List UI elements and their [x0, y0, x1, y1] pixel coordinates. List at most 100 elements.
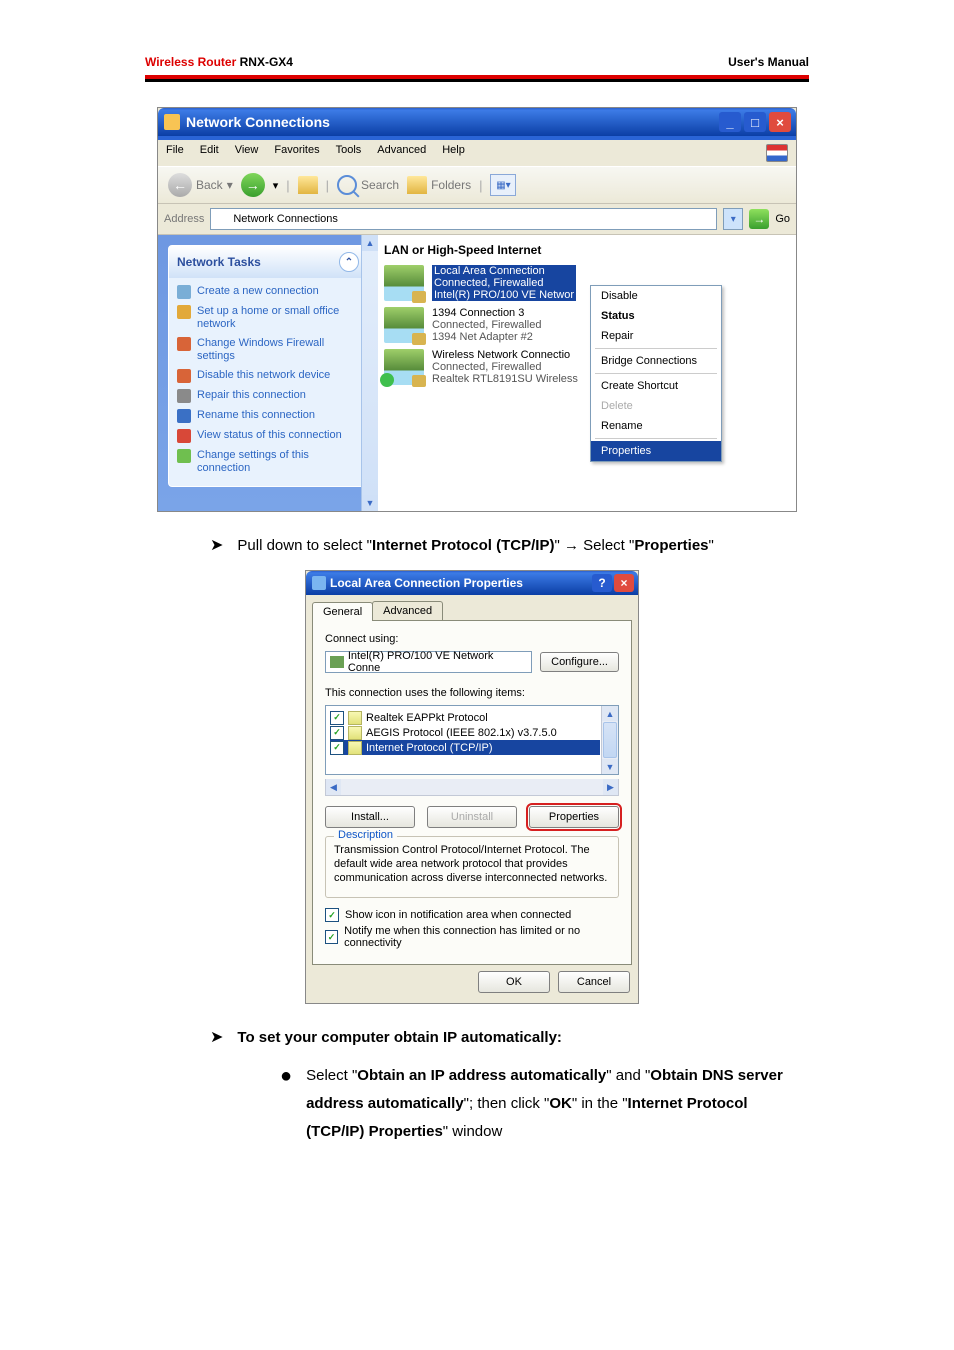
ctx-status[interactable]: Status — [591, 306, 721, 326]
menu-file[interactable]: File — [166, 144, 184, 162]
task-disable[interactable]: Disable this network device — [177, 366, 359, 386]
ctx-rename[interactable]: Rename — [591, 416, 721, 436]
scrollbar-h[interactable]: ◀▶ — [325, 779, 619, 796]
menu-edit[interactable]: Edit — [200, 144, 219, 162]
wifi-icon — [384, 349, 424, 385]
menu-tools[interactable]: Tools — [336, 144, 362, 162]
back-button[interactable]: ←Back ▾ — [168, 173, 233, 197]
protocol-icon — [348, 741, 362, 755]
screenshot-lan-properties: Local Area Connection Properties ? × Gen… — [305, 570, 639, 1004]
menubar: File Edit View Favorites Tools Advanced … — [158, 136, 796, 166]
task-setup-network[interactable]: Set up a home or small office network — [177, 302, 359, 334]
ok-button[interactable]: OK — [478, 971, 550, 993]
toolbar: ←Back ▾ → ▾ | | Search Folders | ▦▾ — [158, 166, 796, 204]
notify-checkbox[interactable]: ✓Notify me when this connection has limi… — [325, 925, 619, 949]
ctx-bridge[interactable]: Bridge Connections — [591, 351, 721, 371]
scrollbar-v[interactable]: ▲▼ — [601, 706, 618, 774]
address-icon — [215, 212, 229, 226]
task-rename[interactable]: Rename this connection — [177, 406, 359, 426]
install-button[interactable]: Install... — [325, 806, 415, 828]
tab-general[interactable]: General — [312, 602, 373, 621]
checkbox-icon[interactable]: ✓ — [330, 726, 344, 740]
up-folder-button[interactable] — [298, 176, 318, 194]
ctx-properties[interactable]: Properties — [591, 441, 721, 461]
checkbox-icon[interactable]: ✓ — [330, 741, 344, 755]
menu-favorites[interactable]: Favorites — [274, 144, 319, 162]
task-create-connection[interactable]: Create a new connection — [177, 282, 359, 302]
maximize-button[interactable]: □ — [744, 112, 766, 132]
uninstall-button: Uninstall — [427, 806, 517, 828]
window-title: Local Area Connection Properties — [330, 576, 523, 590]
window-title: Network Connections — [186, 114, 330, 130]
menu-help[interactable]: Help — [442, 144, 465, 162]
collapse-icon[interactable]: ⌃ — [339, 252, 359, 272]
help-button[interactable]: ? — [592, 574, 612, 592]
divider-black — [145, 79, 809, 82]
conn-local-area[interactable]: Local Area ConnectionConnected, Firewall… — [384, 265, 790, 301]
address-dropdown[interactable]: ▾ — [723, 208, 743, 230]
conn-wireless[interactable]: Wireless Network ConnectioConnected, Fir… — [384, 349, 790, 385]
network-icon — [177, 305, 191, 319]
repair-icon — [177, 389, 191, 403]
nic-icon — [330, 656, 344, 668]
screenshot-network-connections: Network Connections _ □ × File Edit View… — [157, 107, 797, 512]
header-left: Wireless Router RNX-GX4 — [145, 55, 293, 69]
connect-using-label: Connect using: — [325, 633, 619, 645]
forward-button[interactable]: → — [241, 173, 265, 197]
conn-1394[interactable]: 1394 Connection 3Connected, Firewalled13… — [384, 307, 790, 343]
bullet-2: ➤ To set your computer obtain IP automat… — [210, 1024, 799, 1052]
address-field[interactable]: Network Connections — [210, 208, 717, 230]
disable-icon — [177, 369, 191, 383]
titlebar: Network Connections _ □ × — [158, 108, 796, 136]
menu-advanced[interactable]: Advanced — [377, 144, 426, 162]
arrow-bullet-icon: ➤ — [210, 532, 223, 560]
description-group: Description Transmission Control Protoco… — [325, 836, 619, 898]
search-button[interactable]: Search — [337, 175, 399, 195]
items-label: This connection uses the following items… — [325, 687, 619, 699]
close-button[interactable]: × — [769, 112, 791, 132]
wizard-icon — [177, 285, 191, 299]
tasks-header[interactable]: Network Tasks⌃ — [169, 246, 367, 278]
bullet-1: ➤ Pull down to select "Internet Protocol… — [210, 532, 799, 560]
tasks-pane: Network Tasks⌃ Create a new connection S… — [158, 235, 378, 511]
configure-button[interactable]: Configure... — [540, 652, 619, 672]
ctx-repair[interactable]: Repair — [591, 326, 721, 346]
minimize-button[interactable]: _ — [719, 112, 741, 132]
cancel-button[interactable]: Cancel — [558, 971, 630, 993]
ctx-disable[interactable]: Disable — [591, 286, 721, 306]
protocol-icon — [348, 711, 362, 725]
section-header: LAN or High-Speed Internet — [384, 243, 790, 257]
scrollbar-v[interactable]: ▲▼ — [361, 235, 378, 511]
connections-pane: LAN or High-Speed Internet Local Area Co… — [378, 235, 796, 511]
nic-icon — [312, 576, 326, 590]
task-settings[interactable]: Change settings of this connection — [177, 446, 359, 478]
task-repair[interactable]: Repair this connection — [177, 386, 359, 406]
firewall-icon — [177, 337, 191, 351]
ctx-delete: Delete — [591, 396, 721, 416]
ctx-shortcut[interactable]: Create Shortcut — [591, 376, 721, 396]
back-arrow-icon: ← — [168, 173, 192, 197]
tab-advanced[interactable]: Advanced — [372, 601, 443, 620]
rename-icon — [177, 409, 191, 423]
settings-icon — [177, 449, 191, 463]
properties-button[interactable]: Properties — [529, 806, 619, 828]
items-listbox[interactable]: ✓Realtek EAPPkt Protocol ✓AEGIS Protocol… — [325, 705, 619, 775]
folders-button[interactable]: Folders — [407, 176, 471, 194]
tabstrip: General Advanced — [306, 595, 638, 620]
go-button[interactable]: → — [749, 209, 769, 229]
task-status[interactable]: View status of this connection — [177, 426, 359, 446]
views-button[interactable]: ▦▾ — [490, 174, 516, 196]
menu-view[interactable]: View — [235, 144, 259, 162]
search-icon — [337, 175, 357, 195]
folder-icon — [164, 114, 180, 130]
folder-icon — [407, 176, 427, 194]
checkbox-icon[interactable]: ✓ — [330, 711, 344, 725]
show-icon-checkbox[interactable]: ✓Show icon in notification area when con… — [325, 908, 619, 922]
windows-flag-icon — [766, 144, 788, 162]
lan-icon — [384, 265, 424, 301]
arrow-bullet-icon: ➤ — [210, 1024, 223, 1052]
task-firewall[interactable]: Change Windows Firewall settings — [177, 334, 359, 366]
adapter-field: Intel(R) PRO/100 VE Network Conne — [325, 651, 532, 673]
context-menu: Disable Status Repair Bridge Connections… — [590, 285, 722, 462]
close-button[interactable]: × — [614, 574, 634, 592]
